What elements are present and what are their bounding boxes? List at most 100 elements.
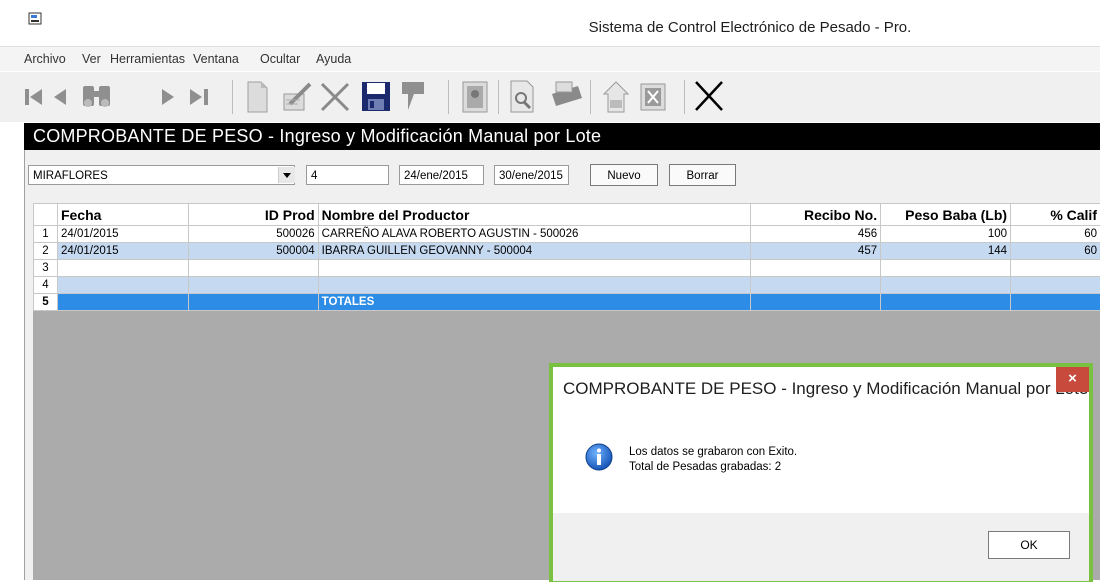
- totals-row: 5 TOTALES: [34, 294, 1100, 311]
- cell-id-prod[interactable]: 500004: [188, 243, 318, 260]
- cell-calif[interactable]: [1011, 260, 1100, 277]
- column-header-nombre[interactable]: Nombre del Productor: [318, 204, 751, 226]
- row-number-header: [34, 204, 58, 226]
- edit-pen-icon[interactable]: [280, 76, 314, 116]
- message-dialog: COMPROBANTE DE PESO - Ingreso y Modifica…: [552, 366, 1090, 582]
- menu-herramientas[interactable]: Herramientas: [110, 52, 185, 66]
- data-table: Fecha ID Prod Nombre del Productor Recib…: [33, 203, 1100, 311]
- cell-fecha[interactable]: 24/01/2015: [57, 243, 188, 260]
- cell-recibo[interactable]: [751, 277, 881, 294]
- date-from-field[interactable]: 24/ene/2015: [399, 165, 484, 185]
- row-number: 2: [34, 243, 58, 260]
- cell-recibo[interactable]: 456: [751, 226, 881, 243]
- cell-fecha[interactable]: [57, 277, 188, 294]
- dialog-message: Los datos se grabaron con Exito. Total d…: [629, 445, 797, 475]
- menu-bar: Archivo Ver Herramientas Ventana Ocultar…: [0, 47, 1100, 71]
- cell-calif[interactable]: [1011, 277, 1100, 294]
- new-button[interactable]: Nuevo: [590, 164, 658, 186]
- close-x-icon[interactable]: [692, 76, 726, 116]
- column-header-peso[interactable]: Peso Baba (Lb): [881, 204, 1011, 226]
- table-row[interactable]: 2 24/01/2015 500004 IBARRA GUILLEN GEOVA…: [34, 243, 1100, 260]
- row-number: 3: [34, 260, 58, 277]
- cell-id-prod: [188, 294, 318, 311]
- menu-archivo[interactable]: Archivo: [24, 52, 66, 66]
- location-combo[interactable]: MIRAFLORES: [28, 165, 295, 185]
- cell-peso[interactable]: 144: [881, 243, 1011, 260]
- row-number: 1: [34, 226, 58, 243]
- image-icon[interactable]: [460, 76, 490, 116]
- location-value: MIRAFLORES: [33, 170, 108, 182]
- print-icon[interactable]: [548, 76, 584, 116]
- toolbar-separator: [498, 80, 499, 114]
- menu-ayuda[interactable]: Ayuda: [316, 52, 351, 66]
- preview-icon[interactable]: [508, 76, 538, 116]
- delete-x-icon[interactable]: [318, 76, 352, 116]
- table-row[interactable]: 3: [34, 260, 1100, 277]
- table-row[interactable]: 1 24/01/2015 500026 CARREÑO ALAVA ROBERT…: [34, 226, 1100, 243]
- cell-peso[interactable]: 100: [881, 226, 1011, 243]
- cell-recibo: [751, 294, 881, 311]
- cell-fecha[interactable]: [57, 260, 188, 277]
- chevron-down-icon[interactable]: [278, 167, 295, 183]
- table-header: Fecha ID Prod Nombre del Productor Recib…: [34, 204, 1100, 226]
- cell-recibo[interactable]: [751, 260, 881, 277]
- row-number: 4: [34, 277, 58, 294]
- dialog-title: COMPROBANTE DE PESO - Ingreso y Modifica…: [563, 379, 1088, 399]
- menu-ventana[interactable]: Ventana: [193, 52, 239, 66]
- last-record-icon[interactable]: [188, 76, 212, 116]
- column-header-id-prod[interactable]: ID Prod: [188, 204, 318, 226]
- cell-peso: [881, 294, 1011, 311]
- cell-nombre[interactable]: IBARRA GUILLEN GEOVANNY - 500004: [318, 243, 751, 260]
- toolbar-separator: [448, 80, 449, 114]
- column-header-calif[interactable]: % Calif: [1011, 204, 1100, 226]
- delete-button[interactable]: Borrar: [669, 164, 736, 186]
- toolbar-separator: [590, 80, 591, 114]
- title-bar: Sistema de Control Electrónico de Pesado…: [0, 0, 1100, 47]
- menu-ocultar[interactable]: Ocultar: [260, 52, 300, 66]
- window-title: Sistema de Control Electrónico de Pesado…: [0, 19, 1100, 36]
- cell-id-prod[interactable]: [188, 277, 318, 294]
- dialog-footer: OK: [553, 513, 1089, 581]
- cell-id-prod[interactable]: 500026: [188, 226, 318, 243]
- number-field[interactable]: 4: [306, 165, 389, 185]
- first-record-icon[interactable]: [22, 76, 44, 116]
- cell-nombre[interactable]: CARREÑO ALAVA ROBERTO AGUSTIN - 500026: [318, 226, 751, 243]
- column-header-recibo[interactable]: Recibo No.: [751, 204, 881, 226]
- new-document-icon[interactable]: [244, 76, 270, 116]
- cell-nombre[interactable]: [318, 260, 751, 277]
- message-line-2: Total de Pesadas grabadas: 2: [629, 460, 797, 475]
- export-icon[interactable]: [600, 76, 632, 116]
- cell-peso[interactable]: [881, 277, 1011, 294]
- next-record-icon[interactable]: [158, 76, 178, 116]
- toolbar-separator: [232, 80, 233, 114]
- column-header-fecha[interactable]: Fecha: [57, 204, 188, 226]
- cell-calif: [1011, 294, 1100, 311]
- delete-button-label: Borrar: [687, 170, 719, 182]
- table-row[interactable]: 4: [34, 277, 1100, 294]
- totals-label: TOTALES: [318, 294, 751, 311]
- info-icon: [585, 443, 613, 471]
- cell-recibo[interactable]: 457: [751, 243, 881, 260]
- previous-record-icon[interactable]: [50, 76, 70, 116]
- cell-calif[interactable]: 60: [1011, 226, 1100, 243]
- save-disk-icon[interactable]: [360, 76, 392, 116]
- close-icon[interactable]: ×: [1056, 367, 1089, 392]
- toolbar: [0, 72, 1100, 122]
- bookmark-icon[interactable]: [398, 76, 428, 116]
- new-button-label: Nuevo: [607, 170, 640, 182]
- excel-icon[interactable]: [638, 76, 668, 116]
- date-to-field[interactable]: 30/ene/2015: [494, 165, 569, 185]
- cell-id-prod[interactable]: [188, 260, 318, 277]
- ok-button[interactable]: OK: [988, 531, 1070, 559]
- toolbar-separator: [684, 80, 685, 114]
- row-number: 5: [34, 294, 58, 311]
- cell-fecha[interactable]: 24/01/2015: [57, 226, 188, 243]
- cell-calif[interactable]: 60: [1011, 243, 1100, 260]
- cell-fecha: [57, 294, 188, 311]
- form-header: COMPROBANTE DE PESO - Ingreso y Modifica…: [24, 123, 1100, 150]
- cell-peso[interactable]: [881, 260, 1011, 277]
- menu-ver[interactable]: Ver: [82, 52, 101, 66]
- find-binoculars-icon[interactable]: [80, 76, 114, 116]
- cell-nombre[interactable]: [318, 277, 751, 294]
- message-line-1: Los datos se grabaron con Exito.: [629, 445, 797, 460]
